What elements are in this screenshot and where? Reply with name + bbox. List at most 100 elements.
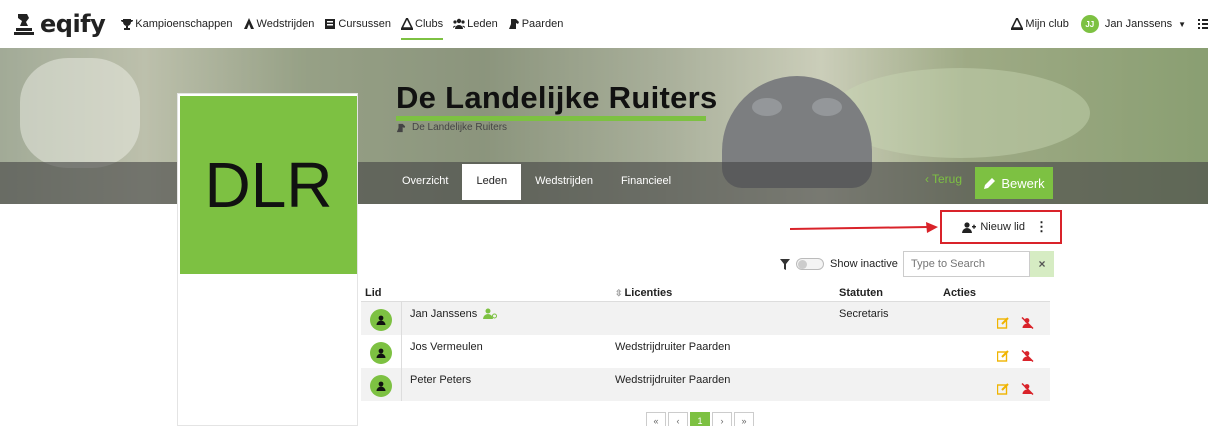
new-member-button[interactable]: Nieuw lid ⋮ [940, 210, 1062, 244]
tab-leden[interactable]: Leden [462, 164, 522, 200]
nav-item-leden[interactable]: Leden [453, 14, 498, 34]
remove-user-icon[interactable] [1021, 383, 1034, 395]
breadcrumb: De Landelijke Ruiters [396, 122, 507, 133]
show-inactive-label: Show inactive [830, 258, 898, 270]
club-card: DLR [177, 93, 358, 426]
member-statute [835, 367, 939, 401]
table-row[interactable]: Jan Janssens Secretaris [361, 301, 1050, 335]
user-icon [376, 315, 386, 325]
clear-search-button[interactable]: × [1030, 251, 1054, 277]
remove-user-icon[interactable] [1021, 317, 1034, 329]
member-statute: Secretaris [835, 301, 939, 335]
nav-label: Paarden [521, 18, 564, 30]
filter-icon[interactable] [780, 258, 790, 270]
edit-icon[interactable] [997, 317, 1009, 329]
tab-financieel[interactable]: Financieel [607, 164, 685, 200]
nav-label: Leden [467, 18, 498, 30]
row-actions [939, 373, 1050, 395]
members-table: Lid ⇳ Licenties Statuten Acties Jan Janss… [361, 285, 1050, 401]
back-button[interactable]: ‹ Terug [925, 172, 962, 186]
page-title: De Landelijke Ruiters [396, 80, 718, 115]
horse-icon [508, 19, 519, 29]
arrow-annotation-icon [790, 222, 938, 233]
avatar [370, 375, 392, 397]
edit-label: Bewerk [1001, 175, 1045, 191]
column-header-label: Licenties [624, 286, 673, 299]
book-icon [325, 19, 336, 29]
pagination: « ‹ 1 › » [646, 412, 754, 426]
column-header-actions: Acties [939, 285, 1050, 302]
nav-label: Clubs [415, 18, 444, 30]
add-user-icon [962, 221, 977, 233]
member-license [611, 301, 835, 335]
nav-item-kampioenschappen[interactable]: Kampioenschappen [121, 14, 233, 34]
table-header-row: Lid ⇳ Licenties Statuten Acties [361, 285, 1050, 302]
my-club-link[interactable]: Mijn club [1011, 14, 1069, 34]
member-name-cell: Jan Janssens [401, 301, 498, 335]
first-page-button[interactable]: « [646, 412, 666, 426]
show-inactive-toggle[interactable] [796, 258, 824, 270]
page-button-current[interactable]: 1 [690, 412, 710, 426]
member-name[interactable]: Peter Peters [410, 374, 471, 386]
user-icon [376, 381, 386, 391]
edit-icon[interactable] [997, 350, 1009, 362]
user-menu[interactable]: JJ Jan Janssens ▼ [1080, 15, 1186, 33]
member-name[interactable]: Jan Janssens [410, 308, 477, 320]
rider-icon [243, 18, 254, 29]
breadcrumb-item[interactable]: De Landelijke Ruiters [412, 122, 507, 133]
nav-item-clubs[interactable]: Clubs [401, 14, 444, 40]
nav-label: Wedstrijden [256, 18, 315, 30]
tab-wedstrijden[interactable]: Wedstrijden [521, 164, 607, 200]
brand[interactable]: eqify [14, 10, 106, 38]
member-name-cell: Peter Peters [401, 367, 471, 401]
club-logo: DLR [180, 96, 357, 274]
nav-label: Cursussen [338, 18, 391, 30]
search-input[interactable] [903, 251, 1030, 277]
nav-item-wedstrijden[interactable]: Wedstrijden [243, 14, 315, 34]
row-actions [939, 307, 1050, 329]
caret-down-icon: ▼ [1178, 19, 1186, 29]
horse-icon [396, 123, 406, 132]
nav-item-cursussen[interactable]: Cursussen [324, 14, 391, 34]
remove-user-icon[interactable] [1021, 350, 1034, 362]
toggle-knob [798, 260, 807, 269]
brand-name: eqify [40, 10, 106, 38]
avatar [370, 309, 392, 331]
club-icon [1011, 18, 1024, 30]
edit-icon[interactable] [997, 383, 1009, 395]
column-header-statutes[interactable]: Statuten [835, 285, 939, 302]
next-page-button[interactable]: › [712, 412, 732, 426]
user-avatar: JJ [1080, 15, 1099, 33]
eqify-logo-icon [14, 14, 34, 35]
filters: Show inactive [780, 252, 898, 276]
more-options-icon[interactable]: ⋮ [1035, 219, 1048, 235]
nav-item-paarden[interactable]: Paarden [508, 14, 564, 34]
column-header-licenses[interactable]: ⇳ Licenties [611, 285, 835, 302]
user-icon [376, 348, 386, 358]
member-name[interactable]: Jos Vermeulen [410, 341, 483, 353]
tab-overzicht[interactable]: Overzicht [388, 164, 462, 200]
title-underline [396, 116, 706, 121]
club-tabs: Overzicht Leden Wedstrijden Financieel [388, 164, 685, 200]
my-club-label: Mijn club [1025, 18, 1069, 30]
table-row[interactable]: Peter Peters Wedstrijdruiter Paarden [361, 367, 1050, 401]
admin-user-icon [483, 308, 498, 319]
club-icon [401, 18, 413, 30]
table-row[interactable]: Jos Vermeulen Wedstrijdruiter Paarden [361, 334, 1050, 368]
top-navigation: eqify Kampioenschappen Wedstrijden Cursu… [0, 0, 1208, 48]
edit-button[interactable]: Bewerk [975, 167, 1053, 199]
avatar [370, 342, 392, 364]
last-page-button[interactable]: » [734, 412, 754, 426]
member-statute [835, 335, 939, 368]
new-member-label: Nieuw lid [980, 221, 1025, 233]
trophy-icon [121, 19, 134, 30]
column-header-member[interactable]: Lid [361, 285, 611, 302]
chevron-left-icon: ‹ [925, 172, 929, 186]
member-name-cell: Jos Vermeulen [401, 334, 483, 368]
previous-page-button[interactable]: ‹ [668, 412, 688, 426]
users-icon [453, 18, 466, 29]
sort-icon: ⇳ [615, 287, 623, 298]
list-menu-icon[interactable] [1198, 18, 1208, 30]
member-license: Wedstrijdruiter Paarden [611, 367, 835, 401]
member-license: Wedstrijdruiter Paarden [615, 340, 731, 353]
